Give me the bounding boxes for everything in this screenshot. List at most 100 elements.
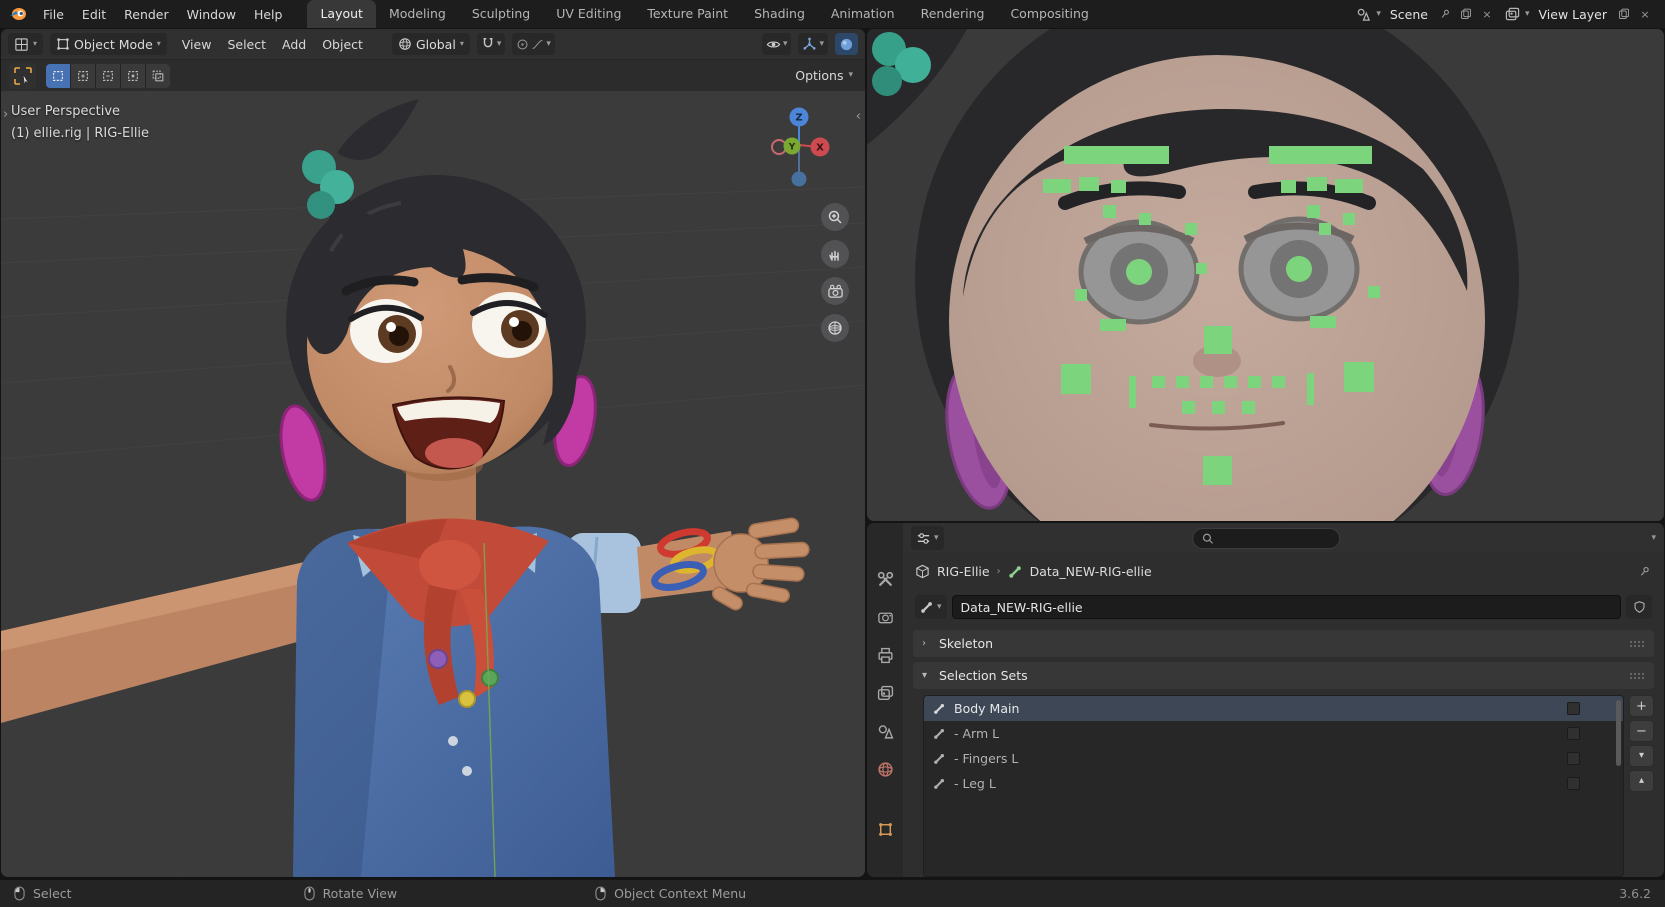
orthographic-toggle-button[interactable] bbox=[821, 314, 849, 342]
selection-set-toggle[interactable] bbox=[1567, 752, 1580, 765]
tab-compositing[interactable]: Compositing bbox=[997, 0, 1101, 28]
tab-scene-properties[interactable] bbox=[872, 721, 898, 741]
fake-user-button[interactable] bbox=[1626, 595, 1652, 619]
panel-collapsed-icon[interactable]: › bbox=[922, 638, 932, 649]
tab-animation[interactable]: Animation bbox=[818, 0, 908, 28]
topbar-scene-controls: ▾ Scene × bbox=[1352, 4, 1657, 24]
tab-modeling[interactable]: Modeling bbox=[376, 0, 459, 28]
menu-render[interactable]: Render bbox=[115, 3, 178, 26]
list-item[interactable]: - Arm L bbox=[924, 721, 1623, 746]
pin-id-icon[interactable] bbox=[1636, 563, 1652, 579]
tab-shading[interactable]: Shading bbox=[741, 0, 818, 28]
scene-name[interactable]: Scene bbox=[1386, 7, 1432, 22]
mouse-right-icon bbox=[595, 886, 606, 901]
camera-view-button[interactable] bbox=[821, 277, 849, 305]
selection-set-toggle[interactable] bbox=[1567, 727, 1580, 740]
panel-drag-handle[interactable] bbox=[1629, 640, 1645, 648]
scene-pin-icon[interactable] bbox=[1437, 6, 1453, 22]
navigation-gizmo[interactable]: Z Y X bbox=[767, 105, 831, 200]
select-mode-subtract-button[interactable] bbox=[96, 64, 120, 88]
tab-object-properties[interactable] bbox=[872, 819, 898, 839]
tab-uv-editing[interactable]: UV Editing bbox=[543, 0, 634, 28]
tab-tool-settings[interactable] bbox=[872, 569, 898, 589]
viewport-3d-face[interactable] bbox=[867, 29, 1664, 521]
menu-file[interactable]: File bbox=[34, 3, 73, 26]
breadcrumb-data[interactable]: Data_NEW-RIG-ellie bbox=[1030, 564, 1152, 579]
select-mode-set-button[interactable] bbox=[46, 64, 70, 88]
properties-editor-type-button[interactable]: ▾ bbox=[911, 526, 944, 550]
svg-text:Y: Y bbox=[788, 143, 796, 153]
properties-editor: ▾ ▾ RIG-Ellie › Data_NEW-RIG-el bbox=[867, 523, 1664, 877]
tab-texture-paint[interactable]: Texture Paint bbox=[634, 0, 741, 28]
list-item[interactable]: - Fingers L bbox=[924, 746, 1623, 771]
scene-unlink-icon[interactable]: × bbox=[1479, 6, 1495, 22]
visibility-dropdown[interactable]: ▾ bbox=[762, 33, 792, 55]
view-layer-new-copy-icon[interactable] bbox=[1616, 6, 1632, 22]
selection-sets-list-wrap: Body Main - Arm L - Finger bbox=[923, 695, 1654, 877]
mode-dropdown[interactable]: Object Mode ▾ bbox=[50, 33, 167, 55]
tab-world-properties[interactable] bbox=[872, 759, 898, 779]
toolbar-expand-icon[interactable]: › bbox=[3, 107, 8, 122]
options-dropdown[interactable]: Options ▾ bbox=[795, 68, 853, 83]
menu-object[interactable]: Object bbox=[314, 33, 371, 56]
menu-edit[interactable]: Edit bbox=[73, 3, 115, 26]
proportional-edit-controls[interactable]: ▾ bbox=[512, 33, 555, 55]
view-layer-selector[interactable]: ▾ View Layer × bbox=[1501, 4, 1657, 24]
chevron-down-icon: ▾ bbox=[33, 40, 37, 48]
properties-search[interactable] bbox=[1192, 528, 1340, 549]
chevron-down-icon[interactable]: ▾ bbox=[1376, 10, 1381, 19]
panel-drag-handle[interactable] bbox=[1629, 672, 1645, 680]
list-item[interactable]: Body Main bbox=[924, 696, 1623, 721]
tab-sculpting[interactable]: Sculpting bbox=[459, 0, 543, 28]
datablock-name-input[interactable] bbox=[952, 595, 1621, 619]
viewport-shading-button[interactable] bbox=[835, 33, 858, 55]
panel-expanded-icon[interactable]: ▾ bbox=[922, 670, 932, 681]
menu-help[interactable]: Help bbox=[245, 3, 292, 26]
blender-logo-icon[interactable] bbox=[8, 5, 28, 23]
tab-layout[interactable]: Layout bbox=[307, 0, 376, 28]
orientation-label: Global bbox=[416, 37, 456, 52]
select-mode-intersect-button[interactable] bbox=[146, 64, 170, 88]
panel-selection-sets[interactable]: ▾ Selection Sets bbox=[913, 662, 1654, 689]
panel-skeleton[interactable]: › Skeleton bbox=[913, 630, 1654, 657]
selection-set-toggle[interactable] bbox=[1567, 777, 1580, 790]
breadcrumb-object[interactable]: RIG-Ellie bbox=[937, 564, 990, 579]
menu-select[interactable]: Select bbox=[219, 33, 274, 56]
scene-new-copy-icon[interactable] bbox=[1458, 6, 1474, 22]
menu-window[interactable]: Window bbox=[178, 3, 245, 26]
menu-view[interactable]: View bbox=[174, 33, 220, 56]
properties-search-input[interactable] bbox=[1219, 531, 1319, 546]
select-mode-invert-button[interactable] bbox=[121, 64, 145, 88]
scene-selector[interactable]: ▾ Scene × bbox=[1352, 4, 1499, 24]
remove-selection-set-button[interactable]: − bbox=[1629, 720, 1654, 742]
list-scrollbar[interactable] bbox=[1616, 700, 1621, 766]
sidebar-expand-icon[interactable]: ‹ bbox=[856, 109, 861, 124]
tab-output-properties[interactable] bbox=[872, 645, 898, 665]
select-box-tool-button[interactable] bbox=[9, 63, 36, 89]
properties-options-icon[interactable]: ▾ bbox=[1651, 534, 1656, 543]
tool-icon bbox=[877, 571, 894, 588]
chevron-down-icon: ▾ bbox=[460, 40, 464, 48]
select-box-tool-icon bbox=[13, 66, 33, 86]
pan-button[interactable] bbox=[821, 240, 849, 268]
viewport-canvas[interactable]: › ‹ User Perspective (1) ellie.rig | RIG… bbox=[1, 91, 865, 877]
editor-type-button[interactable]: ▾ bbox=[8, 33, 43, 55]
transform-orientation-dropdown[interactable]: Global ▾ bbox=[392, 33, 470, 55]
datablock-selector-button[interactable]: ▾ bbox=[915, 595, 947, 619]
tab-rendering[interactable]: Rendering bbox=[908, 0, 998, 28]
add-selection-set-button[interactable]: + bbox=[1629, 695, 1654, 717]
chevron-down-icon[interactable]: ▾ bbox=[1525, 10, 1530, 19]
menu-add[interactable]: Add bbox=[274, 33, 314, 56]
snap-controls[interactable]: ▾ bbox=[477, 33, 506, 55]
view-layer-name[interactable]: View Layer bbox=[1535, 7, 1612, 22]
view-layer-remove-icon[interactable]: × bbox=[1637, 6, 1653, 22]
move-set-up-button[interactable]: ▴ bbox=[1629, 770, 1654, 792]
selection-set-toggle[interactable] bbox=[1567, 702, 1580, 715]
tab-render-properties[interactable] bbox=[872, 607, 898, 627]
select-mode-extend-button[interactable] bbox=[71, 64, 95, 88]
zoom-button[interactable] bbox=[821, 203, 849, 231]
tab-view-layer-properties[interactable] bbox=[872, 683, 898, 703]
list-item[interactable]: - Leg L bbox=[924, 771, 1623, 796]
selection-set-specials-button[interactable]: ▾ bbox=[1629, 745, 1654, 767]
gizmo-dropdown[interactable]: ▾ bbox=[798, 33, 828, 55]
